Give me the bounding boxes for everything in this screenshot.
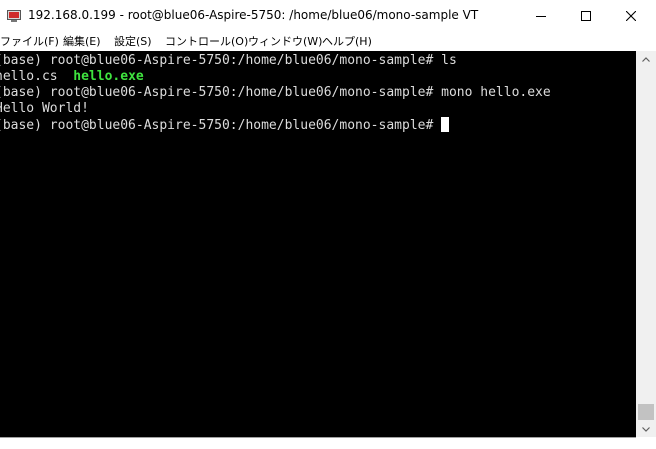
scrollbar-thumb[interactable] xyxy=(638,404,654,420)
title-bar[interactable]: 192.168.0.199 - root@blue06-Aspire-5750:… xyxy=(0,0,656,31)
terminal-line: hello.cs hello.exe xyxy=(0,69,144,85)
shell-command: mono hello.exe xyxy=(441,85,551,100)
window-bottom-edge xyxy=(0,437,656,449)
menu-settings[interactable]: 設定(S) xyxy=(114,33,152,49)
divider xyxy=(0,437,636,438)
maximize-icon xyxy=(581,6,591,25)
menu-window[interactable]: ウィンドウ(W) xyxy=(248,33,322,49)
vertical-scrollbar[interactable] xyxy=(636,51,656,437)
shell-prompt: (base) root@blue06-Aspire-5750:/home/blu… xyxy=(0,85,442,100)
minimize-icon xyxy=(536,6,546,25)
shell-prompt: (base) root@blue06-Aspire-5750:/home/blu… xyxy=(0,118,442,133)
terminal-window: 192.168.0.199 - root@blue06-Aspire-5750:… xyxy=(0,0,656,449)
program-output: Hello World! xyxy=(0,101,89,116)
terminal-line: (base) root@blue06-Aspire-5750:/home/blu… xyxy=(0,117,450,133)
scroll-up-arrow[interactable] xyxy=(636,51,656,67)
column-spacer xyxy=(58,69,74,84)
chevron-up-icon xyxy=(642,55,650,64)
file-entry: hello.cs xyxy=(0,69,58,84)
window-title: 192.168.0.199 - root@blue06-Aspire-5750:… xyxy=(28,8,479,22)
terminal-line: (base) root@blue06-Aspire-5750:/home/blu… xyxy=(0,53,457,69)
menu-edit[interactable]: 編集(E) xyxy=(63,33,101,49)
close-button[interactable] xyxy=(608,0,654,31)
terminal-screen[interactable]: (base) root@blue06-Aspire-5750:/home/blu… xyxy=(0,51,636,437)
menu-file[interactable]: ファイル(F) xyxy=(0,33,59,49)
minimize-button[interactable] xyxy=(518,0,564,31)
text-cursor xyxy=(441,117,450,132)
close-icon xyxy=(625,6,637,25)
scroll-down-arrow[interactable] xyxy=(636,421,656,437)
terminal-line: (base) root@blue06-Aspire-5750:/home/blu… xyxy=(0,85,551,101)
menu-bar: ファイル(F) 編集(E) 設定(S) コントロール(O) ウィンドウ(W) ヘ… xyxy=(0,31,656,50)
shell-command: ls xyxy=(441,53,457,68)
shell-prompt: (base) root@blue06-Aspire-5750:/home/blu… xyxy=(0,53,442,68)
menu-help[interactable]: ヘルプ(H) xyxy=(322,33,372,49)
terminal-line: Hello World! xyxy=(0,101,89,117)
menu-control[interactable]: コントロール(O) xyxy=(165,33,248,49)
maximize-button[interactable] xyxy=(563,0,609,31)
teraterm-icon xyxy=(7,8,21,22)
executable-file-entry: hello.exe xyxy=(73,69,144,84)
chevron-down-icon xyxy=(642,425,650,434)
